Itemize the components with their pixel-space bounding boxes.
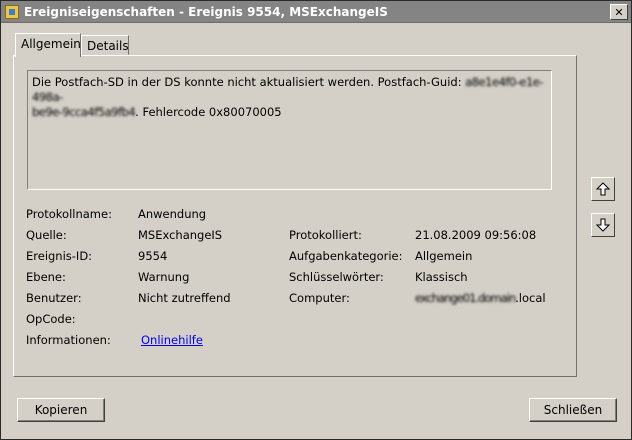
protokolliert-label: Protokolliert: (289, 228, 362, 242)
arrow-up-icon (596, 182, 610, 196)
close-window-button[interactable]: ✕ (610, 4, 628, 20)
window-title: Ereigniseigenschaften - Ereignis 9554, M… (24, 4, 388, 19)
aufgabenkategorie-value[interactable]: Allgemein (415, 249, 472, 263)
redacted-computer-name: exchange01.domain (415, 291, 516, 305)
onlinehilfe-link[interactable]: Onlinehilfe (141, 333, 203, 347)
next-event-button[interactable] (591, 213, 615, 237)
copy-button[interactable]: Kopieren (17, 398, 105, 422)
tab-details[interactable]: Details (81, 35, 129, 55)
protokollname-label: Protokollname: (26, 207, 112, 221)
ebene-label: Ebene: (26, 270, 66, 284)
title-bar[interactable]: Ereigniseigenschaften - Ereignis 9554, M… (1, 1, 631, 23)
arrow-down-icon (596, 218, 610, 232)
benutzer-label: Benutzer: (26, 291, 82, 305)
event-viewer-icon (5, 4, 19, 19)
redacted-guid-part2: be9e-9cca4f5a9fb4 (32, 105, 136, 119)
tab-allgemein[interactable]: Allgemein (15, 33, 81, 57)
aufgabenkategorie-label: Aufgabenkategorie: (289, 249, 403, 263)
computer-value-suffix: .local (515, 291, 546, 305)
computer-label: Computer: (289, 291, 350, 305)
protokolliert-value[interactable]: 21.08.2009 09:56:08 (415, 228, 536, 242)
protokollname-value[interactable]: Anwendung (138, 207, 206, 221)
description-text-end: . Fehlercode 0x80070005 (135, 105, 282, 119)
event-description-box[interactable]: Die Postfach-SD in der DS konnte nicht a… (27, 70, 552, 190)
informationen-label: Informationen: (26, 333, 111, 347)
tab-label: Allgemein (21, 37, 81, 51)
schluesselwoerter-label: Schlüsselwörter: (289, 270, 384, 284)
event-properties-window: Ereigniseigenschaften - Ereignis 9554, M… (0, 0, 632, 440)
tab-label: Details (87, 39, 129, 53)
computer-value[interactable]: exchange01.domain.local (415, 291, 546, 305)
ebene-value[interactable]: Warnung (138, 270, 189, 284)
description-text-start: Die Postfach-SD in der DS konnte nicht a… (32, 75, 466, 89)
ereignis-id-value[interactable]: 9554 (138, 249, 167, 263)
close-icon: ✕ (614, 5, 624, 19)
copy-button-label: Kopieren (34, 403, 88, 417)
quelle-label: Quelle: (26, 228, 67, 242)
benutzer-value[interactable]: Nicht zutreffend (138, 291, 231, 305)
schluesselwoerter-value[interactable]: Klassisch (415, 270, 468, 284)
close-button[interactable]: Schließen (529, 398, 617, 422)
quelle-value[interactable]: MSExchangeIS (138, 228, 222, 242)
opcode-label: OpCode: (26, 312, 76, 326)
ereignis-id-label: Ereignis-ID: (26, 249, 93, 263)
close-button-label: Schließen (543, 403, 603, 417)
previous-event-button[interactable] (591, 177, 615, 201)
